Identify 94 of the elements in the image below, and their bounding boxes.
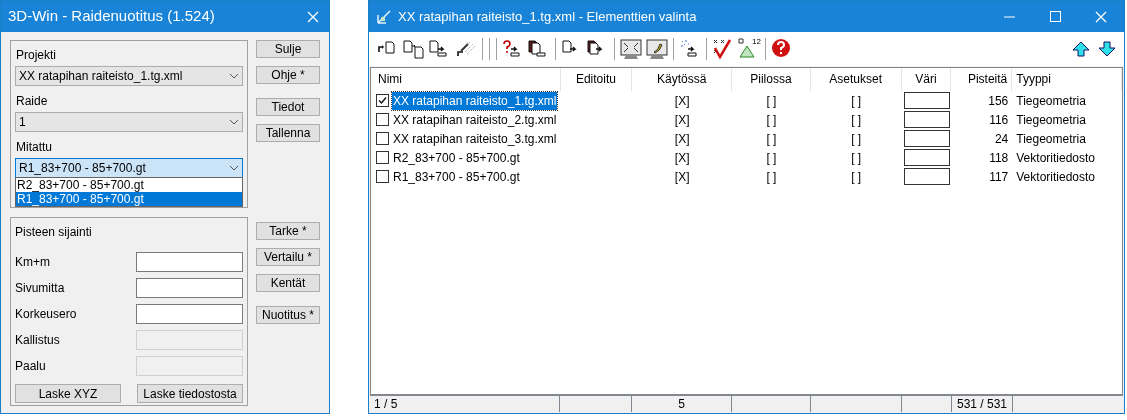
table-cell: [ ] (766, 131, 777, 146)
group-title: Pisteen sijainti (15, 224, 93, 241)
color-swatch[interactable] (903, 168, 950, 185)
table-cell: Tiegeometria (1016, 131, 1086, 146)
dropdown[interactable]: 1 (15, 112, 243, 132)
input-field[interactable] (136, 278, 243, 298)
chevron-down-icon (229, 73, 239, 79)
table-cell: [ ] (851, 131, 862, 146)
table-cell[interactable]: R1_83+700 - 85+700.gt (392, 167, 521, 186)
button[interactable]: Laske tiedostosta (137, 384, 243, 403)
copy-pages-icon[interactable] (403, 38, 425, 60)
table-cell[interactable]: XX ratapihan raiteisto_3.tg.xml (392, 129, 558, 148)
window-title: XX ratapihan raiteisto_1.tg.xml - Elementtien valinta (398, 7, 698, 26)
table-cell: [ ] (851, 150, 862, 165)
chevron-down-icon (229, 119, 239, 125)
field-label: Korkeusero (15, 306, 77, 323)
table-cell: [ ] (851, 169, 862, 184)
dropdown[interactable]: R1_83+700 - 85+700.gt (15, 158, 243, 178)
table-cell[interactable]: R2_83+700 - 85+700.gt (392, 148, 521, 167)
monitor-icon[interactable] (646, 38, 668, 60)
column-header[interactable]: Editoitu (560, 68, 633, 91)
table-cell: [X] (674, 169, 690, 184)
status-text: 531 / 531 (956, 397, 1007, 411)
field-label: Km+m (15, 254, 50, 271)
table-cell: 156 (988, 93, 1009, 108)
color-swatch[interactable] (903, 130, 950, 147)
field-label: Mitattu (16, 139, 53, 156)
field-label: Sivumitta (15, 280, 65, 297)
app-icon (376, 8, 392, 25)
table-cell: [ ] (766, 169, 777, 184)
help-icon[interactable] (771, 38, 793, 60)
table-cell[interactable]: XX ratapihan raiteisto_1.tg.xml (392, 91, 558, 110)
checkbox[interactable] (376, 94, 389, 107)
table-cell: [ ] (766, 150, 777, 165)
field-label: Kallistus (15, 332, 60, 349)
input-field[interactable] (136, 304, 243, 324)
table-cell: [ ] (766, 112, 777, 127)
button[interactable]: Laske XYZ (15, 384, 121, 403)
button[interactable]: Kentät (256, 274, 320, 292)
checkbox[interactable] (376, 151, 389, 164)
column-header[interactable]: Väri (901, 68, 952, 91)
icon-label: 12 (752, 37, 761, 46)
table-cell: [X] (674, 150, 690, 165)
fit-screen-icon[interactable] (620, 38, 642, 60)
table-cell: 116 (989, 112, 1009, 127)
up-arrow-icon[interactable] (1072, 41, 1090, 57)
column-header[interactable]: Pisteitä (951, 68, 1013, 91)
close-icon[interactable] (307, 10, 319, 23)
checkbox[interactable] (376, 113, 389, 126)
table-cell: 24 (994, 131, 1009, 146)
table-cell: [ ] (851, 112, 862, 127)
checkmark-icon[interactable] (712, 38, 734, 60)
button[interactable]: Tallenna (256, 124, 320, 142)
table-cell: Vektoritiedosto (1016, 169, 1095, 184)
table-cell: [ ] (851, 93, 862, 108)
field-label: Paalu (15, 358, 46, 375)
button[interactable]: Nuotitus * (256, 306, 320, 324)
window-title: 3D-Win - Raidenuotitus (1.524) (8, 6, 215, 27)
checkbox[interactable] (376, 170, 389, 183)
color-swatch[interactable] (903, 111, 950, 128)
color-swatch[interactable] (903, 92, 950, 109)
dropdown-option[interactable]: R1_83+700 - 85+700.gt (16, 192, 242, 206)
color-swatch[interactable] (903, 149, 950, 166)
column-header[interactable]: Käytössä (632, 68, 733, 91)
status-text: 1 / 5 (374, 397, 398, 411)
chevron-down-icon (229, 165, 239, 171)
column-header[interactable]: Piilossa (732, 68, 811, 91)
field-label: Raide (16, 93, 49, 110)
dropdown-option[interactable]: R2_83+700 - 85+700.gt (16, 178, 242, 192)
button[interactable]: Sulje (256, 40, 320, 58)
button[interactable]: Tiedot (256, 98, 320, 116)
button[interactable]: Tarke * (256, 222, 320, 240)
table-cell: Vektoritiedosto (1016, 150, 1095, 165)
table-cell: [X] (674, 131, 690, 146)
status-text: 5 (678, 397, 685, 411)
table-cell: Tiegeometria (1016, 93, 1086, 108)
button[interactable]: Ohje * (256, 66, 320, 84)
checkbox[interactable] (376, 132, 389, 145)
dropdown[interactable]: XX ratapihan raiteisto_1.tg.xml (15, 66, 243, 86)
table-cell: [X] (674, 112, 690, 127)
column-header[interactable]: Asetukset (810, 68, 902, 91)
column-header[interactable]: Tyyppi (1012, 68, 1122, 91)
table-cell: Tiegeometria (1016, 112, 1086, 127)
table-cell[interactable]: XX ratapihan raiteisto_2.tg.xml (392, 110, 558, 129)
maximize-icon[interactable] (1049, 11, 1061, 22)
close-icon[interactable] (1095, 10, 1107, 23)
table-cell: 117 (989, 169, 1009, 184)
field-label: Projekti (16, 47, 57, 64)
input-field[interactable] (136, 252, 243, 272)
button[interactable]: Vertailu * (256, 248, 320, 266)
table-cell: 118 (989, 150, 1009, 165)
table-cell: [ ] (766, 93, 777, 108)
table-cell: [X] (674, 93, 690, 108)
down-arrow-icon[interactable] (1098, 41, 1116, 57)
